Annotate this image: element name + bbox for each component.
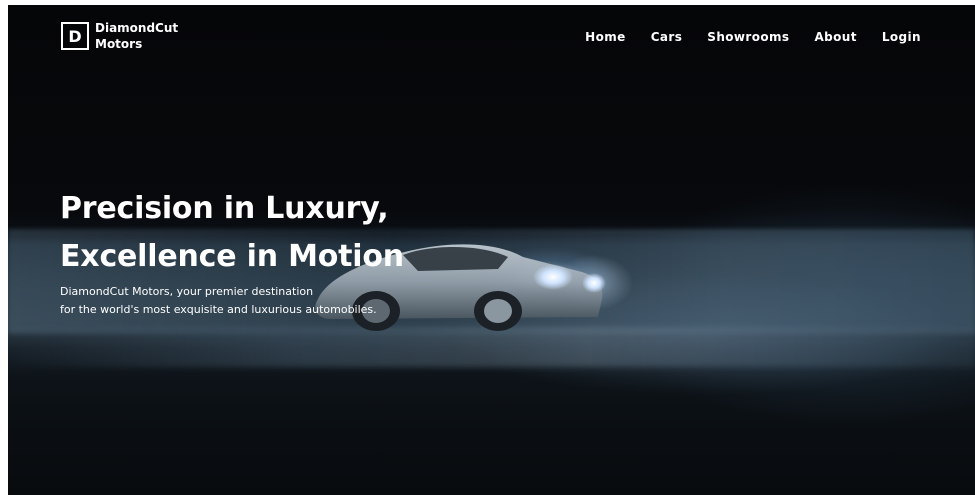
hero-title-line2: Excellence in Motion bbox=[60, 239, 404, 274]
brand-name-line2: Motors bbox=[95, 37, 143, 51]
nav-link-showrooms[interactable]: Showrooms bbox=[707, 29, 789, 45]
brand-name: DiamondCut Motors bbox=[95, 20, 205, 52]
nav-link-cars[interactable]: Cars bbox=[651, 29, 683, 45]
nav-link-about[interactable]: About bbox=[814, 29, 856, 45]
hero-video-section: D DiamondCut Motors Home Cars Showrooms … bbox=[8, 5, 975, 495]
hero-subtitle-line2: for the world's most exquisite and luxur… bbox=[60, 303, 377, 316]
road-light-streak bbox=[8, 327, 975, 367]
brand-logo[interactable]: D DiamondCut Motors bbox=[61, 20, 205, 52]
logo-mark-icon: D bbox=[61, 22, 89, 50]
nav-menu: Home Cars Showrooms About Login bbox=[585, 29, 921, 45]
hero-subtitle-line1: DiamondCut Motors, your premier destinat… bbox=[60, 285, 314, 298]
top-navigation: D DiamondCut Motors Home Cars Showrooms … bbox=[8, 5, 975, 75]
hero-title: Precision in Luxury, Excellence in Motio… bbox=[60, 185, 580, 281]
hero-content: Precision in Luxury, Excellence in Motio… bbox=[60, 185, 580, 319]
brand-name-line1: DiamondCut bbox=[95, 21, 179, 35]
hero-subtitle: DiamondCut Motors, your premier destinat… bbox=[60, 283, 480, 319]
nav-link-login[interactable]: Login bbox=[882, 29, 921, 45]
hero-title-line1: Precision in Luxury, bbox=[60, 191, 389, 226]
nav-link-home[interactable]: Home bbox=[585, 29, 626, 45]
